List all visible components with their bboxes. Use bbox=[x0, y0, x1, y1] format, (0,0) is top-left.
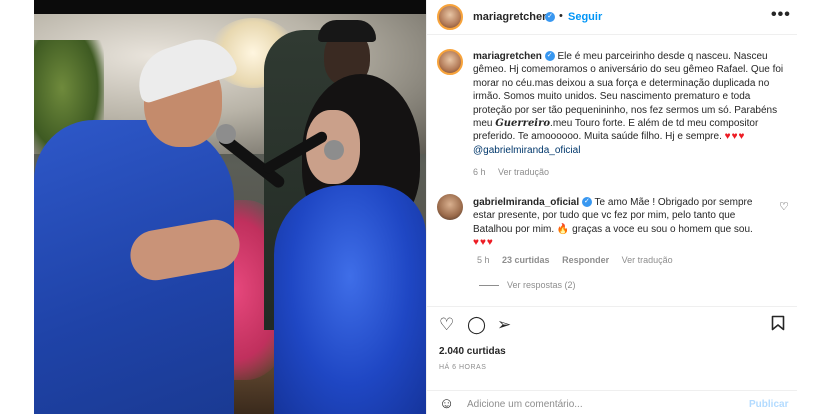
caption-text: mariagretchen ✓ Ele é meu parceirinho de… bbox=[473, 50, 789, 157]
verified-badge-icon: ✓ bbox=[581, 197, 592, 208]
comment-translate-link[interactable]: Ver tradução bbox=[622, 255, 673, 265]
photo-background-person-hat bbox=[318, 20, 376, 42]
photo-microphone-1-head bbox=[216, 124, 236, 144]
caption-meta: 6 h Ver tradução bbox=[473, 167, 559, 177]
post-photo bbox=[34, 0, 426, 414]
comment-hearts-icon: ♥♥♥ bbox=[473, 237, 494, 249]
add-comment-bar: ☺ Adicione um comentário... Publicar bbox=[427, 390, 797, 415]
comment-time: 5 h bbox=[477, 255, 490, 265]
header-separator: • bbox=[559, 10, 563, 22]
like-heart-icon[interactable]: ♡ bbox=[439, 315, 454, 335]
instagram-post-modal: mariagretchen ✓ • Seguir ••• mariagretch… bbox=[0, 0, 828, 414]
emoji-icon[interactable]: ☺ bbox=[439, 395, 454, 412]
save-bookmark-icon[interactable] bbox=[771, 315, 785, 331]
post-timestamp: HÁ 6 HORAS bbox=[439, 364, 487, 371]
commenter-username[interactable]: gabrielmiranda_oficial bbox=[473, 197, 579, 208]
photo-woman-blue-dress bbox=[274, 185, 426, 414]
verified-badge-icon: ✓ bbox=[545, 12, 555, 22]
view-replies-label[interactable]: Ver respostas (2) bbox=[507, 280, 576, 290]
comment-text: gabrielmiranda_oficial ✓ Te amo Mãe ! Ob… bbox=[473, 196, 773, 250]
commenter-avatar[interactable] bbox=[437, 194, 463, 220]
caption-username[interactable]: mariagretchen bbox=[473, 51, 542, 62]
add-comment-input[interactable]: Adicione um comentário... bbox=[467, 399, 583, 410]
view-replies-link[interactable]: Ver respostas (2) bbox=[479, 280, 576, 290]
caption-hearts-icon: ♥♥♥ bbox=[724, 131, 746, 143]
comment-like-icon[interactable]: ♡ bbox=[779, 200, 789, 213]
caption-mention-link[interactable]: @gabrielmiranda_oficial bbox=[473, 145, 580, 156]
post-actions-bar: ♡ ◯ ➢ bbox=[427, 306, 797, 343]
caption-time: 6 h bbox=[473, 167, 486, 177]
more-options-icon[interactable]: ••• bbox=[771, 6, 791, 24]
photo-microphone-2-head bbox=[324, 140, 344, 160]
comment-likes-count[interactable]: 23 curtidas bbox=[502, 255, 550, 265]
post-side-panel: mariagretchen ✓ • Seguir ••• mariagretch… bbox=[426, 0, 797, 414]
replies-divider-line bbox=[479, 285, 499, 287]
comment-bubble-icon[interactable]: ◯ bbox=[467, 315, 486, 335]
comment-reply-button[interactable]: Responder bbox=[562, 255, 609, 265]
publish-button[interactable]: Publicar bbox=[749, 399, 788, 410]
caption-fancy-word: Guerreiro bbox=[495, 118, 551, 130]
post-caption: mariagretchen ✓ Ele é meu parceirinho de… bbox=[427, 34, 797, 182]
caption-author-avatar[interactable] bbox=[437, 49, 463, 75]
photo-top-bar bbox=[34, 0, 426, 14]
post-header: mariagretchen ✓ • Seguir ••• bbox=[427, 0, 797, 35]
share-send-icon[interactable]: ➢ bbox=[497, 315, 511, 335]
comment-meta: 5 h 23 curtidas Responder Ver tradução bbox=[477, 255, 683, 265]
author-avatar[interactable] bbox=[437, 4, 463, 30]
follow-button[interactable]: Seguir bbox=[568, 11, 602, 23]
comment-item: gabrielmiranda_oficial ✓ Te amo Mãe ! Ob… bbox=[427, 192, 797, 272]
post-likes-count[interactable]: 2.040 curtidas bbox=[439, 346, 506, 357]
author-username[interactable]: mariagretchen bbox=[473, 11, 549, 23]
caption-translate-link[interactable]: Ver tradução bbox=[498, 167, 549, 177]
verified-badge-icon: ✓ bbox=[544, 51, 555, 62]
